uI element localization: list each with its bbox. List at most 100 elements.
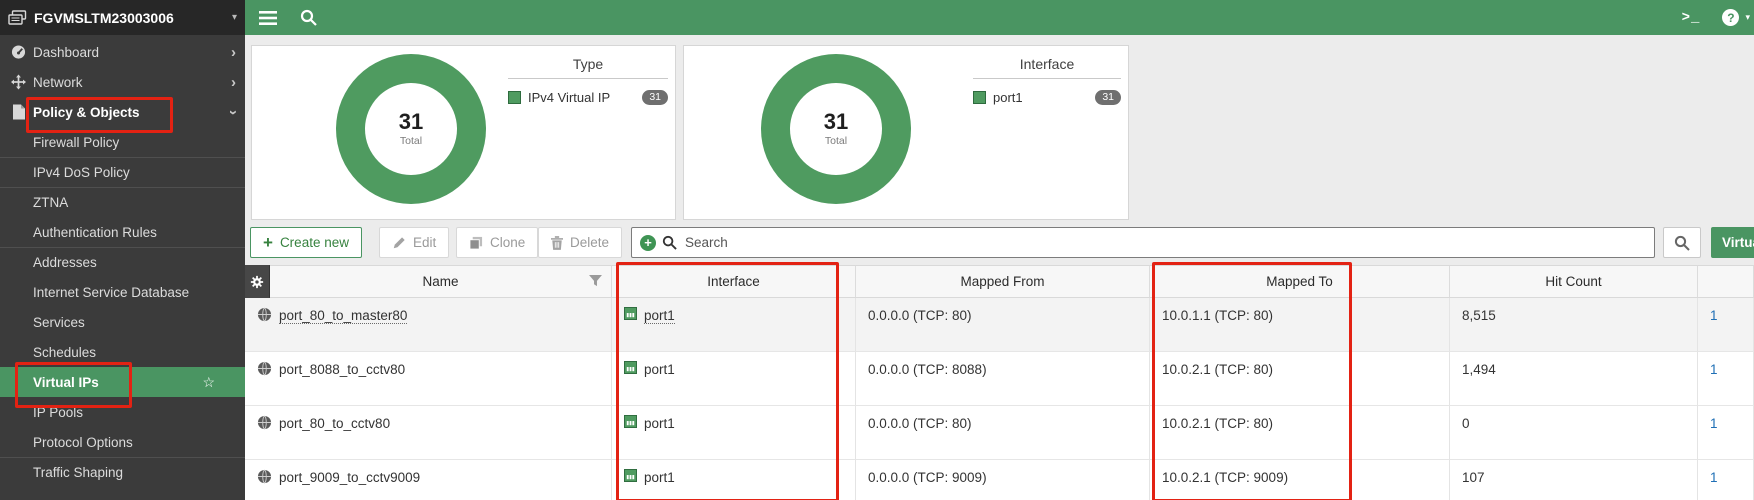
fortigate-virtual-ips-page: >_ ? ▾ FGVMSLTM23003006 ▾ Dashboard › — [0, 0, 1754, 500]
mapped-to-cell: 10.0.2.1 (TCP: 9009) — [1150, 460, 1450, 500]
sidebar-item-ztna[interactable]: ZTNA — [0, 187, 245, 217]
table-row: port_9009_to_cctv9009 port1 0.0.0.0 (TCP… — [245, 460, 1754, 500]
vip-name-cell[interactable]: port_80_to_cctv80 — [245, 406, 612, 460]
sidebar-item-traffic-shaping[interactable]: Traffic Shaping — [0, 457, 245, 487]
sidebar-item-addresses[interactable]: Addresses — [0, 247, 245, 277]
create-new-button[interactable]: + Create new — [250, 227, 362, 258]
trash-icon — [551, 236, 563, 250]
donut-total-label: Total — [400, 135, 422, 147]
sidebar-item-services[interactable]: Services — [0, 307, 245, 337]
sidebar-item-ip-pools[interactable]: IP Pools — [0, 397, 245, 427]
device-caret-icon: ▾ — [232, 12, 237, 23]
mapped-to-value: 10.0.1.1 (TCP: 80) — [1162, 308, 1273, 323]
ref-count-link[interactable]: 1 — [1698, 460, 1754, 500]
favorite-star-icon[interactable]: ☆ — [202, 374, 215, 391]
cli-console-icon[interactable]: >_ — [1682, 10, 1701, 26]
sidebar-item-network[interactable]: Network › — [0, 67, 245, 97]
table-row: port_80_to_cctv80 port1 0.0.0.0 (TCP: 80… — [245, 406, 1754, 460]
legend-swatch — [973, 91, 986, 104]
interface-cell[interactable]: port1 — [612, 298, 856, 352]
legend-count-badge: 31 — [642, 90, 668, 105]
interface-name: port1 — [644, 308, 675, 324]
sidebar-item-protocol-options[interactable]: Protocol Options — [0, 427, 245, 457]
vip-name-cell[interactable]: port_9009_to_cctv9009 — [245, 460, 612, 500]
interface-cell[interactable]: port1 — [612, 406, 856, 460]
chevron-down-icon: › — [226, 110, 241, 115]
legend-swatch — [508, 91, 521, 104]
create-new-label: Create new — [280, 235, 349, 250]
ref-count-value: 1 — [1710, 308, 1718, 323]
sidebar-item-schedules[interactable]: Schedules — [0, 337, 245, 367]
sidebar-item-internet-service-database[interactable]: Internet Service Database — [0, 277, 245, 307]
mapped-from-cell: 0.0.0.0 (TCP: 80) — [856, 298, 1150, 352]
legend-item-ipv4-virtual-ip[interactable]: IPv4 Virtual IP 31 — [508, 90, 668, 105]
interface-cell[interactable]: port1 — [612, 460, 856, 500]
header-mapped-to[interactable]: Mapped To — [1150, 265, 1450, 298]
hamburger-menu-icon[interactable] — [259, 11, 277, 25]
port-icon — [624, 415, 637, 431]
sidebar-item-label: Services — [33, 315, 85, 330]
device-selector[interactable]: FGVMSLTM23003006 ▾ — [0, 0, 245, 35]
help-icon[interactable]: ? — [1722, 9, 1739, 26]
virtual-ip-view-button[interactable]: Virtual IP — [1711, 227, 1754, 258]
hit-count-value: 1,494 — [1462, 362, 1496, 377]
header-interface[interactable]: Interface — [612, 265, 856, 298]
header-hit-count[interactable]: Hit Count — [1450, 265, 1698, 298]
sidebar-item-dashboard[interactable]: Dashboard › — [0, 37, 245, 67]
sidebar-item-label: IPv4 DoS Policy — [33, 165, 130, 180]
filter-icon[interactable] — [589, 275, 602, 290]
sidebar-item-policy-objects[interactable]: Policy & Objects › — [0, 97, 245, 127]
legend-item-port1[interactable]: port1 31 — [973, 90, 1121, 105]
topbar-right-icons: >_ ? ▾ — [1682, 9, 1750, 26]
hit-count-cell: 0 — [1450, 406, 1698, 460]
sidebar-item-firewall-policy[interactable]: Firewall Policy — [0, 127, 245, 157]
virtual-ip-object-icon — [257, 415, 272, 433]
type-donut-chart[interactable]: 31 Total — [336, 54, 486, 204]
edit-button[interactable]: Edit — [379, 227, 449, 258]
mapped-from-cell: 0.0.0.0 (TCP: 9009) — [856, 460, 1150, 500]
edit-label: Edit — [413, 235, 436, 250]
vip-name: port_8088_to_cctv80 — [279, 362, 405, 377]
clone-button[interactable]: Clone — [456, 227, 538, 258]
column-settings-button[interactable] — [245, 265, 270, 298]
port-icon — [624, 469, 637, 485]
global-search-icon[interactable] — [300, 9, 317, 26]
sidebar-item-label: Virtual IPs — [33, 375, 99, 390]
ref-count-link[interactable]: 1 — [1698, 406, 1754, 460]
mapped-to-value: 10.0.2.1 (TCP: 80) — [1162, 416, 1273, 431]
port-icon — [624, 307, 637, 323]
sidebar-item-virtual-ips[interactable]: Virtual IPs ☆ — [0, 367, 245, 397]
ref-count-value: 1 — [1710, 362, 1718, 377]
ref-count-link[interactable]: 1 — [1698, 298, 1754, 352]
ref-count-link[interactable]: 1 — [1698, 352, 1754, 406]
type-summary-card: 31 Total Type IPv4 Virtual IP 31 — [251, 45, 676, 220]
interface-donut-chart[interactable]: 31 Total — [761, 54, 911, 204]
add-filter-icon[interactable]: + — [640, 235, 656, 251]
clone-icon — [469, 236, 483, 250]
advanced-search-button[interactable] — [1663, 227, 1701, 258]
table-header-row: Name Interface Mapped From Mapped To Hit… — [245, 265, 1754, 298]
vip-name-cell[interactable]: port_8088_to_cctv80 — [245, 352, 612, 406]
vip-name-cell[interactable]: port_80_to_master80 — [245, 298, 612, 352]
sidebar-item-ipv4-dos-policy[interactable]: IPv4 DoS Policy — [0, 157, 245, 187]
delete-button[interactable]: Delete — [538, 227, 622, 258]
mapped-from-cell: 0.0.0.0 (TCP: 80) — [856, 406, 1150, 460]
header-mapped-to-label: Mapped To — [1266, 274, 1333, 289]
legend-count-badge: 31 — [1095, 90, 1121, 105]
virtual-ip-view-label: Virtual IP — [1722, 235, 1754, 250]
header-mapped-from-label: Mapped From — [960, 274, 1044, 289]
header-mapped-from[interactable]: Mapped From — [856, 265, 1150, 298]
sidebar-item-authentication-rules[interactable]: Authentication Rules — [0, 217, 245, 247]
interface-name: port1 — [644, 362, 675, 377]
header-name[interactable]: Name — [270, 265, 612, 298]
search-input[interactable] — [683, 234, 1646, 251]
header-ref[interactable] — [1698, 265, 1754, 298]
interface-cell[interactable]: port1 — [612, 352, 856, 406]
interface-summary-card: 31 Total Interface port1 31 — [683, 45, 1129, 220]
virtual-ip-object-icon — [257, 361, 272, 379]
sidebar-item-label: Protocol Options — [33, 435, 133, 450]
delete-label: Delete — [570, 235, 609, 250]
header-hit-count-label: Hit Count — [1545, 274, 1601, 289]
mapped-to-cell: 10.0.2.1 (TCP: 80) — [1150, 352, 1450, 406]
policy-objects-icon — [9, 105, 27, 120]
